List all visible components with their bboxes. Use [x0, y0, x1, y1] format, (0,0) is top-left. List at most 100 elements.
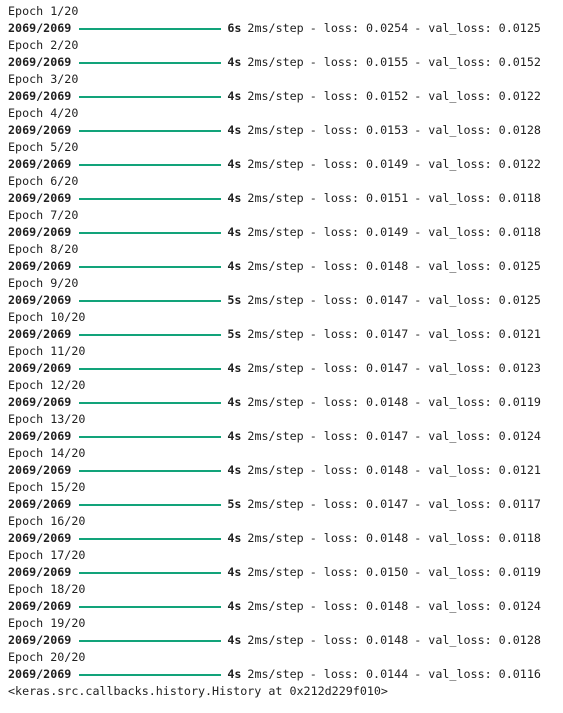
epoch-time: 4s: [227, 429, 242, 443]
val-loss-value: - val_loss: 0.0121: [414, 463, 541, 477]
val-loss-value: - val_loss: 0.0118: [414, 225, 541, 239]
epoch-time: 4s: [227, 531, 242, 545]
step-rate: 2ms/step: [247, 361, 304, 375]
progress-bar: [79, 197, 222, 200]
return-value: <keras.src.callbacks.history.History at …: [8, 684, 388, 698]
epoch-header: Epoch 4/20: [8, 105, 563, 122]
progress-line: 2069/2069 4s 2ms/step - loss: 0.0149 - v…: [8, 224, 563, 241]
epoch-time: 4s: [227, 565, 242, 579]
epoch-label: Epoch 3/20: [8, 72, 79, 86]
val-loss-value: - val_loss: 0.0116: [414, 667, 541, 681]
progress-bar: [79, 231, 222, 234]
val-loss-value: - val_loss: 0.0123: [414, 361, 541, 375]
step-count: 2069/2069: [8, 599, 72, 613]
progress-line: 2069/2069 4s 2ms/step - loss: 0.0148 - v…: [8, 530, 563, 547]
progress-bar: [79, 537, 222, 540]
loss-value: - loss: 0.0148: [309, 531, 409, 545]
step-count: 2069/2069: [8, 633, 72, 647]
progress-line: 2069/2069 4s 2ms/step - loss: 0.0147 - v…: [8, 360, 563, 377]
loss-value: - loss: 0.0147: [309, 497, 409, 511]
epoch-header: Epoch 11/20: [8, 343, 563, 360]
val-loss-value: - val_loss: 0.0152: [414, 55, 541, 69]
progress-bar: [79, 333, 222, 336]
progress-line: 2069/2069 4s 2ms/step - loss: 0.0148 - v…: [8, 632, 563, 649]
loss-value: - loss: 0.0153: [309, 123, 409, 137]
step-count: 2069/2069: [8, 565, 72, 579]
progress-line: 2069/2069 4s 2ms/step - loss: 0.0148 - v…: [8, 462, 563, 479]
step-count: 2069/2069: [8, 395, 72, 409]
step-rate: 2ms/step: [247, 157, 304, 171]
epoch-label: Epoch 9/20: [8, 276, 79, 290]
loss-value: - loss: 0.0148: [309, 259, 409, 273]
epoch-header: Epoch 12/20: [8, 377, 563, 394]
loss-value: - loss: 0.0149: [309, 157, 409, 171]
epoch-header: Epoch 8/20: [8, 241, 563, 258]
step-count: 2069/2069: [8, 463, 72, 477]
step-count: 2069/2069: [8, 123, 72, 137]
val-loss-value: - val_loss: 0.0122: [414, 89, 541, 103]
step-rate: 2ms/step: [247, 55, 304, 69]
epoch-header: Epoch 16/20: [8, 513, 563, 530]
epoch-header: Epoch 15/20: [8, 479, 563, 496]
step-rate: 2ms/step: [247, 497, 304, 511]
progress-bar: [79, 401, 222, 404]
progress-bar: [79, 435, 222, 438]
loss-value: - loss: 0.0147: [309, 327, 409, 341]
progress-bar: [79, 95, 222, 98]
step-count: 2069/2069: [8, 157, 72, 171]
progress-line: 2069/2069 5s 2ms/step - loss: 0.0147 - v…: [8, 326, 563, 343]
step-rate: 2ms/step: [247, 565, 304, 579]
step-count: 2069/2069: [8, 191, 72, 205]
step-count: 2069/2069: [8, 429, 72, 443]
val-loss-value: - val_loss: 0.0125: [414, 293, 541, 307]
epoch-header: Epoch 19/20: [8, 615, 563, 632]
loss-value: - loss: 0.0144: [309, 667, 409, 681]
step-rate: 2ms/step: [247, 395, 304, 409]
epoch-header: Epoch 2/20: [8, 37, 563, 54]
progress-line: 2069/2069 4s 2ms/step - loss: 0.0144 - v…: [8, 666, 563, 683]
epoch-label: Epoch 1/20: [8, 4, 79, 18]
step-count: 2069/2069: [8, 361, 72, 375]
epoch-label: Epoch 20/20: [8, 650, 86, 664]
step-count: 2069/2069: [8, 55, 72, 69]
epoch-header: Epoch 18/20: [8, 581, 563, 598]
epoch-label: Epoch 19/20: [8, 616, 86, 630]
epoch-header: Epoch 10/20: [8, 309, 563, 326]
step-rate: 2ms/step: [247, 293, 304, 307]
progress-line: 2069/2069 4s 2ms/step - loss: 0.0149 - v…: [8, 156, 563, 173]
step-count: 2069/2069: [8, 293, 72, 307]
epoch-time: 4s: [227, 225, 242, 239]
val-loss-value: - val_loss: 0.0118: [414, 531, 541, 545]
progress-line: 2069/2069 4s 2ms/step - loss: 0.0153 - v…: [8, 122, 563, 139]
progress-line: 2069/2069 4s 2ms/step - loss: 0.0151 - v…: [8, 190, 563, 207]
progress-line: 2069/2069 4s 2ms/step - loss: 0.0150 - v…: [8, 564, 563, 581]
epoch-header: Epoch 5/20: [8, 139, 563, 156]
epoch-header: Epoch 1/20: [8, 3, 563, 20]
step-rate: 2ms/step: [247, 327, 304, 341]
epoch-label: Epoch 8/20: [8, 242, 79, 256]
progress-bar: [79, 163, 222, 166]
epoch-label: Epoch 7/20: [8, 208, 79, 222]
step-count: 2069/2069: [8, 225, 72, 239]
progress-bar: [79, 129, 222, 132]
epoch-label: Epoch 16/20: [8, 514, 86, 528]
progress-line: 2069/2069 5s 2ms/step - loss: 0.0147 - v…: [8, 292, 563, 309]
progress-bar: [79, 469, 222, 472]
epoch-time: 4s: [227, 259, 242, 273]
loss-value: - loss: 0.0148: [309, 599, 409, 613]
step-rate: 2ms/step: [247, 667, 304, 681]
loss-value: - loss: 0.0148: [309, 395, 409, 409]
epoch-label: Epoch 15/20: [8, 480, 86, 494]
loss-value: - loss: 0.0147: [309, 429, 409, 443]
epoch-time: 4s: [227, 89, 242, 103]
epoch-header: Epoch 3/20: [8, 71, 563, 88]
epoch-header: Epoch 20/20: [8, 649, 563, 666]
step-count: 2069/2069: [8, 667, 72, 681]
epoch-time: 5s: [227, 327, 242, 341]
step-rate: 2ms/step: [247, 89, 304, 103]
val-loss-value: - val_loss: 0.0118: [414, 191, 541, 205]
val-loss-value: - val_loss: 0.0117: [414, 497, 541, 511]
epoch-time: 4s: [227, 395, 242, 409]
val-loss-value: - val_loss: 0.0121: [414, 327, 541, 341]
step-rate: 2ms/step: [247, 633, 304, 647]
